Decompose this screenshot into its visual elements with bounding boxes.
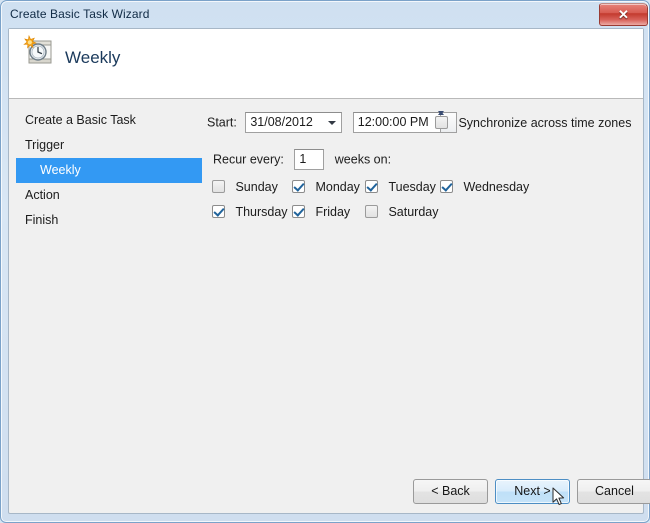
sidebar-item-action[interactable]: Action [16,183,202,208]
window-title: Create Basic Task Wizard [10,7,150,21]
recur-every-row: Recur every: 1 weeks on: [213,149,391,170]
day-checkbox-friday[interactable]: Friday [292,203,350,221]
page-title: Weekly [65,48,121,67]
recur-every-suffix: weeks on: [334,152,392,167]
start-row: Start: 31/08/2012 12:00:00 PM [207,111,457,133]
title-bar[interactable]: Create Basic Task Wizard ✕ [1,1,650,28]
day-checkbox-monday[interactable]: Monday [292,178,360,196]
start-time-value: 12:00:00 PM [357,115,429,129]
checkbox-label: Sunday [235,179,278,194]
cancel-button[interactable]: Cancel [577,479,650,504]
checkbox-box [292,180,305,194]
recur-every-value: 1 [299,152,307,166]
day-checkbox-wednesday[interactable]: Wednesday [440,178,529,196]
checkbox-box [440,180,453,194]
start-time-input[interactable]: 12:00:00 PM [352,112,441,133]
close-button[interactable]: ✕ [599,3,648,26]
checkbox-label: Synchronize across time zones [458,115,632,130]
checkbox-box [212,180,225,194]
checkbox-box [292,205,305,219]
day-checkbox-tuesday[interactable]: Tuesday [365,178,436,196]
chevron-down-icon [328,120,337,125]
sync-across-time-zones-checkbox[interactable]: Synchronize across time zones [435,114,631,132]
day-checkbox-thursday[interactable]: Thursday [212,203,288,221]
start-date-value: 31/08/2012 [250,115,313,129]
start-label: Start: [207,115,237,130]
sidebar-item-finish[interactable]: Finish [16,208,202,233]
recur-every-input[interactable]: 1 [294,149,325,170]
checkbox-box [365,180,378,194]
day-checkbox-saturday[interactable]: Saturday [365,203,438,221]
recur-every-label: Recur every: [213,152,284,167]
start-date-combobox[interactable]: 31/08/2012 [245,112,343,133]
checkbox-box [365,205,378,219]
checkbox-box [212,205,225,219]
sidebar-item-label: Finish [25,213,59,227]
next-button[interactable]: Next > [495,479,570,504]
checkbox-label: Tuesday [388,179,436,194]
checkbox-box [435,116,448,130]
sidebar-item-create-a-basic-task[interactable]: Create a Basic Task [16,108,202,133]
sidebar-item-label: Trigger [25,138,65,152]
dialog-window: Create Basic Task Wizard ✕ Weekly Create… [0,0,650,523]
close-icon: ✕ [618,7,629,22]
wizard-step-list: Create a Basic Task Trigger Weekly Actio… [16,108,202,233]
dialog-body: Weekly Create a Basic Task Trigger Weekl… [8,28,644,514]
checkbox-label: Monday [315,179,360,194]
sidebar-item-label: Create a Basic Task [25,113,136,127]
day-checkbox-sunday[interactable]: Sunday [212,178,278,196]
checkbox-label: Thursday [235,204,288,219]
checkbox-label: Saturday [388,204,439,219]
sidebar-item-label: Weekly [40,163,81,177]
calendar-clock-icon [20,33,58,71]
sidebar-item-weekly[interactable]: Weekly [16,158,202,183]
sidebar-item-label: Action [25,188,60,202]
checkbox-label: Wednesday [463,179,530,194]
sidebar-item-trigger[interactable]: Trigger [16,133,202,158]
header-panel: Weekly [9,29,643,99]
checkbox-label: Friday [315,204,351,219]
back-button[interactable]: < Back [413,479,488,504]
